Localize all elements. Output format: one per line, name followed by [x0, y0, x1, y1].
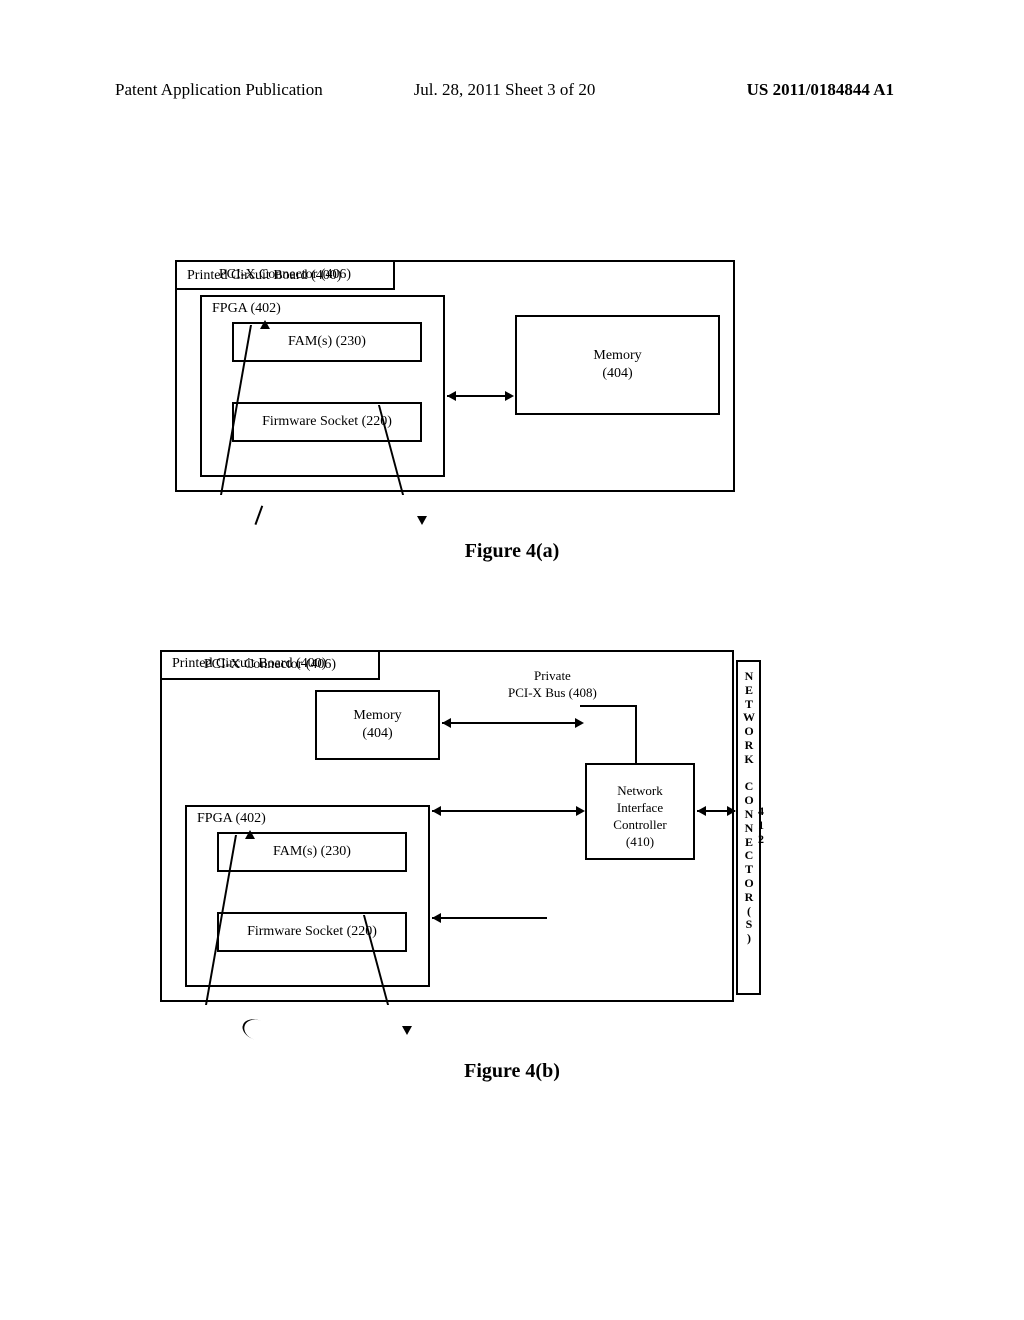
arrow-down-icon: [417, 516, 427, 525]
arrow-up-icon: [245, 830, 255, 839]
header-left: Patent Application Publication: [115, 80, 375, 100]
figure-4a-caption: Figure 4(a): [0, 540, 1024, 563]
pcb-label-a: Printed Circuit Board (400): [187, 268, 341, 284]
arrow-right-icon: [505, 391, 514, 401]
fpga-label-a: FPGA (402): [212, 301, 281, 317]
arrow-up-icon: [260, 320, 270, 329]
pcix-tail-a: [254, 505, 289, 534]
network-connector-label-b: NETWORK CONNECTOR(S): [742, 670, 756, 946]
connector-fw-right-b: [432, 917, 547, 919]
pcix-tail-b: [239, 1015, 274, 1044]
page-header: Patent Application Publication Jul. 28, …: [115, 80, 894, 100]
connector-memory-bus-b: [442, 722, 582, 724]
arrow-left-icon: [447, 391, 456, 401]
memory-box-a: Memory (404): [515, 315, 720, 415]
header-right: US 2011/0184844 A1: [634, 80, 894, 100]
figure-4a: Printed Circuit Board (400) FPGA (402) F…: [175, 260, 735, 510]
figure-4b: Printed Circuit Board (400) Memory (404)…: [160, 650, 760, 1030]
figure-4b-caption: Figure 4(b): [0, 1060, 1024, 1083]
arrow-left-icon: [432, 913, 441, 923]
network-connector-number-b: 412: [758, 805, 764, 846]
bus-horizontal-b: [580, 705, 637, 707]
pcb-label-b: Printed Circuit Board (400): [172, 656, 326, 672]
memory-box-b: Memory (404): [315, 690, 440, 760]
header-middle: Jul. 28, 2011 Sheet 3 of 20: [375, 80, 635, 100]
bus-label-b: Private PCI-X Bus (408): [508, 668, 597, 702]
arrow-left-icon: [432, 806, 441, 816]
arrow-down-icon: [402, 1026, 412, 1035]
arrow-left-icon: [697, 806, 706, 816]
arrow-right-icon: [575, 718, 584, 728]
connector-fpga-nic-b: [432, 810, 582, 812]
arrow-left-icon: [442, 718, 451, 728]
arrow-right-icon: [727, 806, 736, 816]
arrow-right-icon: [576, 806, 585, 816]
nic-box-b: Network Interface Controller (410): [585, 763, 695, 860]
bus-vertical-b: [635, 705, 637, 763]
connector-fpga-memory-a: [447, 395, 512, 397]
fpga-label-b: FPGA (402): [197, 811, 266, 827]
